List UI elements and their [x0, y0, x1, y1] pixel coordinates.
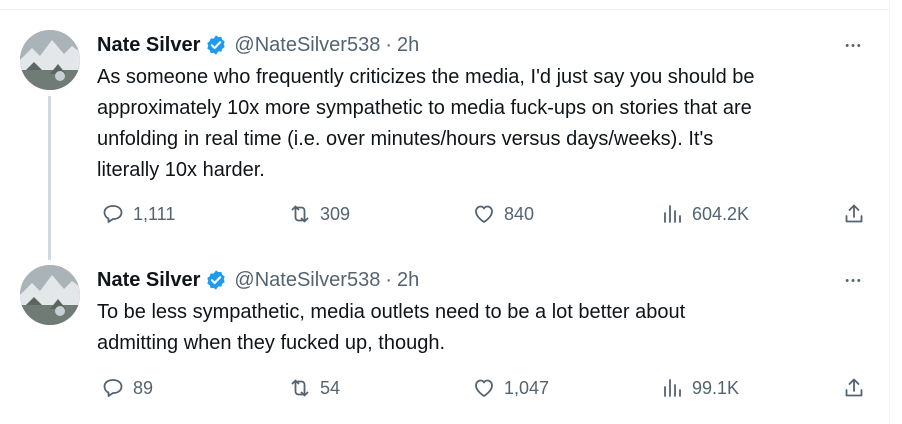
share-button[interactable]	[842, 376, 874, 400]
tweet-text-line: literally 10x harder.	[97, 159, 265, 181]
retweet-count: 54	[320, 377, 341, 398]
verified-badge-icon	[207, 270, 226, 290]
timestamp[interactable]: 2h	[397, 34, 419, 57]
views-icon	[664, 205, 681, 223]
like-count: 840	[504, 203, 535, 224]
reply-icon	[103, 379, 123, 397]
views-count: 99.1K	[692, 377, 740, 398]
more-label: •••	[845, 40, 863, 52]
reply-button[interactable]: 89	[101, 376, 153, 400]
timestamp[interactable]: 2h	[397, 269, 419, 292]
tweet-1[interactable]: Nate Silver @NateSilver538 · 2h ••• As s…	[0, 30, 890, 260]
tweet-text-line: approximately 10x more sympathetic to me…	[97, 97, 752, 119]
retweet-button[interactable]: 309	[288, 202, 350, 226]
retweet-icon	[291, 379, 309, 397]
tweet-text-line: admitting when they fucked up, though.	[97, 332, 446, 354]
more-icon[interactable]: •••	[842, 269, 866, 293]
tweet-text: To be less sympathetic, media outlets ne…	[97, 297, 867, 359]
tweet-text-line: To be less sympathetic, media outlets ne…	[97, 301, 686, 323]
views-button[interactable]: 604.2K	[660, 202, 749, 226]
tweet-header: Nate Silver @NateSilver538 · 2h	[97, 32, 419, 58]
like-button[interactable]: 1,047	[472, 376, 549, 400]
reply-count: 89	[133, 377, 154, 398]
share-button[interactable]	[842, 202, 874, 226]
like-count: 1,047	[504, 377, 550, 398]
author-handle[interactable]: @NateSilver538	[234, 269, 380, 292]
tweet-text-line: As someone who frequently criticizes the…	[97, 66, 755, 88]
avatar[interactable]	[20, 265, 80, 325]
author-handle[interactable]: @NateSilver538	[234, 34, 380, 57]
separator-dot: ·	[385, 268, 392, 291]
top-divider	[0, 9, 890, 10]
retweet-icon	[291, 205, 309, 223]
tweet-2[interactable]: Nate Silver @NateSilver538 · 2h ••• To b…	[0, 265, 890, 415]
like-button[interactable]: 840	[472, 202, 534, 226]
author-name[interactable]: Nate Silver	[97, 269, 200, 292]
reply-button[interactable]: 1,111	[101, 202, 175, 226]
like-icon	[475, 205, 493, 223]
tweet-text: As someone who frequently criticizes the…	[97, 62, 867, 186]
verified-badge-icon	[207, 35, 226, 55]
retweet-button[interactable]: 54	[288, 376, 340, 400]
more-icon[interactable]: •••	[842, 34, 866, 58]
separator-dot: ·	[385, 33, 392, 56]
share-icon	[845, 204, 863, 223]
like-icon	[475, 379, 493, 397]
tweet-text-line: unfolding in real time (i.e. over minute…	[97, 128, 714, 150]
reply-icon	[103, 205, 123, 223]
reply-count: 1,111	[133, 203, 176, 224]
views-button[interactable]: 99.1K	[660, 376, 739, 400]
thread-line	[48, 96, 51, 260]
views-icon	[664, 379, 681, 397]
views-count: 604.2K	[692, 203, 750, 224]
more-label: •••	[845, 275, 863, 287]
tweet-header: Nate Silver @NateSilver538 · 2h	[97, 267, 419, 293]
author-name[interactable]: Nate Silver	[97, 34, 200, 57]
retweet-count: 309	[320, 203, 351, 224]
share-icon	[845, 378, 863, 397]
avatar[interactable]	[20, 30, 80, 90]
